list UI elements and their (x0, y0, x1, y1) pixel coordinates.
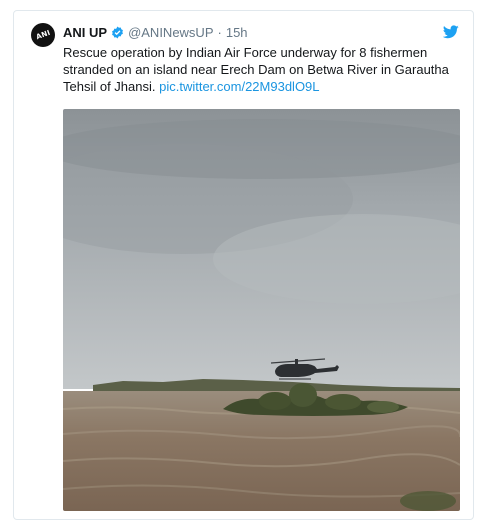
user-handle[interactable]: @ANINewsUP (128, 24, 213, 41)
verified-badge-icon (111, 26, 124, 39)
twitter-bird-icon[interactable] (442, 25, 459, 39)
flood-rescue-photo (63, 109, 460, 511)
avatar[interactable]: ANI (31, 23, 55, 47)
tweet-photo[interactable] (63, 109, 460, 511)
display-name[interactable]: ANI UP (63, 24, 107, 41)
tweet-header: ANI UP @ANINewsUP · 15h (63, 24, 248, 41)
separator-dot: · (217, 25, 222, 40)
tweet-text: Rescue operation by Indian Air Force und… (63, 44, 463, 95)
timestamp[interactable]: 15h (226, 24, 248, 41)
tweet-card: ANI ANI UP @ANINewsUP · 15h Rescue opera… (13, 10, 474, 520)
media-link[interactable]: pic.twitter.com/22M93dlO9L (159, 79, 319, 94)
avatar-logo: ANI (34, 28, 52, 42)
